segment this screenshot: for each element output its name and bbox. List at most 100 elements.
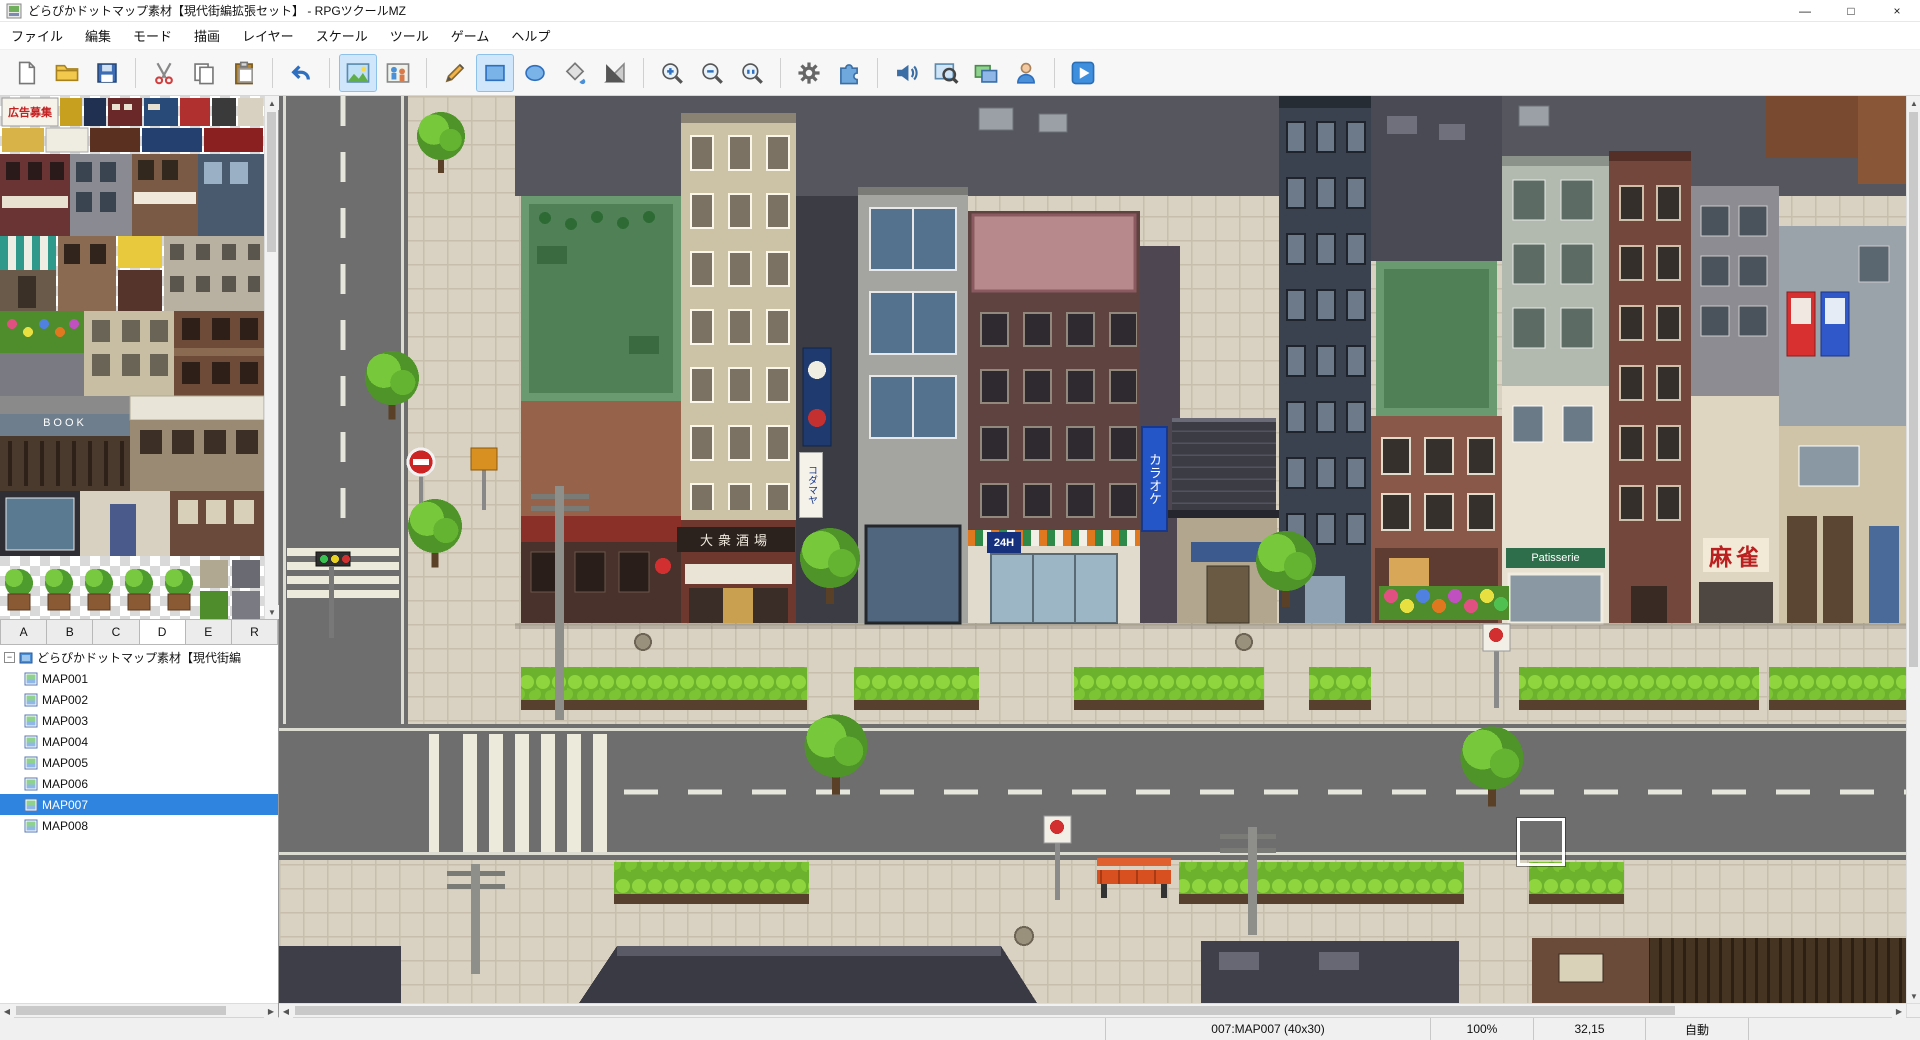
menu-draw[interactable]: 描画	[183, 21, 231, 50]
minimize-button[interactable]: —	[1782, 0, 1828, 21]
database-button[interactable]	[790, 54, 828, 92]
sound-test-button[interactable]	[887, 54, 925, 92]
tab-b[interactable]: B	[47, 619, 93, 645]
zoom-in-button[interactable]	[653, 54, 691, 92]
scroll-left-icon[interactable]: ◀	[0, 1004, 14, 1018]
map-tree: − どらぴかドットマップ素材【現代街編 MAP001 MAP002	[0, 645, 278, 1003]
scroll-right-icon[interactable]: ▶	[1892, 1004, 1906, 1018]
scroll-up-icon[interactable]: ▲	[1907, 96, 1920, 110]
images-icon	[973, 60, 999, 86]
menu-mode[interactable]: モード	[122, 21, 183, 50]
map-mode-button[interactable]	[339, 54, 377, 92]
canvas-hscroll-thumb[interactable]	[295, 1006, 1675, 1015]
panel-scroll-thumb[interactable]	[16, 1006, 226, 1015]
scroll-left-icon[interactable]: ◀	[279, 1004, 293, 1018]
panel-scroll-track	[14, 1004, 264, 1017]
menu-tools[interactable]: ツール	[379, 21, 440, 50]
statusbar-coordinates: 32,15	[1533, 1018, 1645, 1040]
plugin-manager-button[interactable]	[830, 54, 868, 92]
shadow-pen-button[interactable]	[596, 54, 634, 92]
scroll-right-icon[interactable]: ▶	[264, 1004, 278, 1018]
ellipse-tool-icon	[522, 60, 548, 86]
menu-scale[interactable]: スケール	[305, 21, 379, 50]
zoom-actual-button[interactable]	[733, 54, 771, 92]
project-icon	[19, 651, 33, 665]
save-project-button[interactable]	[88, 54, 126, 92]
titlebar: どらぴかドットマップ素材【現代街編拡張セット】 - RPGツクールMZ — □ …	[0, 0, 1920, 22]
statusbar-spacer	[0, 1018, 1105, 1040]
map-canvas[interactable]: 大衆酒場 コダマヤ カラオケ 24H 麻雀 Patisserie	[279, 96, 1906, 1003]
statusbar-right-spacer	[1748, 1018, 1920, 1040]
tab-r[interactable]: R	[232, 619, 278, 645]
map-mode-icon	[345, 60, 371, 86]
close-button[interactable]: ×	[1874, 0, 1920, 21]
toolbar-separator	[643, 58, 644, 88]
tileset-render	[0, 96, 264, 619]
map-icon	[24, 777, 38, 791]
paste-button[interactable]	[225, 54, 263, 92]
playtest-button[interactable]	[1064, 54, 1102, 92]
tree-item-map008[interactable]: MAP008	[0, 815, 278, 836]
menu-help[interactable]: ヘルプ	[500, 21, 561, 50]
menu-edit[interactable]: 編集	[74, 21, 122, 50]
cut-button[interactable]	[145, 54, 183, 92]
event-mode-icon	[385, 60, 411, 86]
fill-bucket-icon	[562, 60, 588, 86]
tree-item-label: どらぴかドットマップ素材【現代街編	[37, 649, 241, 666]
event-searcher-button[interactable]	[927, 54, 965, 92]
new-project-button[interactable]	[8, 54, 46, 92]
window-title: どらぴかドットマップ素材【現代街編拡張セット】 - RPGツクールMZ	[28, 2, 406, 19]
canvas-vscroll-thumb[interactable]	[1909, 112, 1918, 667]
menubar: ファイル 編集 モード 描画 レイヤー スケール ツール ゲーム ヘルプ	[0, 22, 1920, 50]
toolbar-separator	[1054, 58, 1055, 88]
tileset-palette[interactable]: 広告募集 BOOK ▲ ▼	[0, 96, 278, 619]
zoom-out-button[interactable]	[693, 54, 731, 92]
collapse-icon[interactable]: −	[4, 652, 15, 663]
tree-item-map003[interactable]: MAP003	[0, 710, 278, 731]
tree-item-map001[interactable]: MAP001	[0, 668, 278, 689]
scrollbar-corner	[1906, 1003, 1920, 1017]
scroll-down-icon[interactable]: ▼	[1907, 989, 1920, 1003]
tree-item-map007[interactable]: MAP007	[0, 794, 278, 815]
open-project-button[interactable]	[48, 54, 86, 92]
character-generator-button[interactable]	[1007, 54, 1045, 92]
tree-item-project-root[interactable]: − どらぴかドットマップ素材【現代街編	[0, 647, 278, 668]
copy-button[interactable]	[185, 54, 223, 92]
tab-a[interactable]: A	[0, 619, 47, 645]
pencil-icon	[442, 60, 468, 86]
ellipse-tool-button[interactable]	[516, 54, 554, 92]
map-icon	[24, 714, 38, 728]
event-mode-button[interactable]	[379, 54, 417, 92]
palette-tabs: A B C D E R	[0, 619, 278, 645]
tab-e[interactable]: E	[186, 619, 232, 645]
canvas-hscrollbar: ◀ ▶	[279, 1003, 1906, 1017]
map-icon	[24, 798, 38, 812]
menu-file[interactable]: ファイル	[0, 21, 74, 50]
speaker-icon	[893, 60, 919, 86]
resource-manager-button[interactable]	[967, 54, 1005, 92]
open-folder-icon	[54, 60, 80, 86]
tree-item-map002[interactable]: MAP002	[0, 689, 278, 710]
statusbar-zoom: 100%	[1430, 1018, 1533, 1040]
menu-layer[interactable]: レイヤー	[231, 21, 305, 50]
fill-tool-button[interactable]	[556, 54, 594, 92]
palette-scroll-thumb[interactable]	[267, 112, 276, 252]
pencil-tool-button[interactable]	[436, 54, 474, 92]
tileset-canvas[interactable]: 広告募集 BOOK	[0, 96, 264, 619]
tree-item-map006[interactable]: MAP006	[0, 773, 278, 794]
statusbar: 007:MAP007 (40x30) 100% 32,15 自動	[0, 1017, 1920, 1040]
scroll-up-icon[interactable]: ▲	[265, 96, 279, 110]
maximize-button[interactable]: □	[1828, 0, 1874, 21]
rectangle-tool-button[interactable]	[476, 54, 514, 92]
tree-item-label: MAP007	[42, 798, 88, 812]
new-file-icon	[14, 60, 40, 86]
tree-item-map005[interactable]: MAP005	[0, 752, 278, 773]
tab-c[interactable]: C	[93, 619, 139, 645]
palette-scrollbar: ▲ ▼	[264, 96, 278, 619]
tree-item-label: MAP001	[42, 672, 88, 686]
undo-button[interactable]	[282, 54, 320, 92]
scroll-down-icon[interactable]: ▼	[265, 605, 279, 619]
tree-item-map004[interactable]: MAP004	[0, 731, 278, 752]
menu-game[interactable]: ゲーム	[440, 21, 501, 50]
tab-d[interactable]: D	[140, 619, 186, 645]
